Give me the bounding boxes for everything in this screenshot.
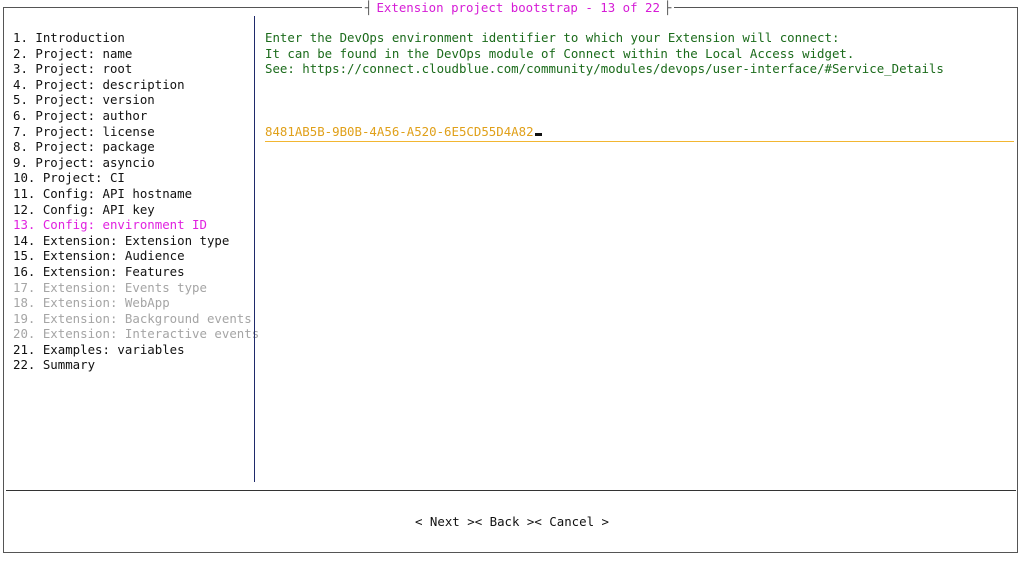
horizontal-divider	[6, 490, 1016, 491]
title-left-bracket: ┤	[365, 0, 373, 15]
step-list: 1. Introduction 2. Project: name 3. Proj…	[13, 30, 260, 373]
environment-id-value[interactable]: 8481AB5B-9B0B-4A56-A520-6E5CD55D4A82	[265, 124, 534, 139]
step-item-extension-webapp: 18. Extension: WebApp	[13, 295, 170, 311]
description-line: Enter the DevOps environment identifier …	[265, 30, 840, 45]
step-item-extension-background-events: 19. Extension: Background events	[13, 310, 252, 326]
button-row: < Next > < Back > < Cancel >	[0, 514, 1024, 529]
dialog-title: Extension project bootstrap - 13 of 22	[376, 0, 660, 15]
step-item-extension-events-type: 17. Extension: Events type	[13, 279, 207, 295]
step-item-project-ci[interactable]: 10. Project: CI	[13, 170, 251, 186]
back-button[interactable]: < Back >	[475, 514, 535, 529]
step-item-config-api-key[interactable]: 12. Config: API key	[13, 202, 251, 218]
step-item-project-asyncio[interactable]: 9. Project: asyncio	[13, 155, 251, 171]
step-item-project-description[interactable]: 4. Project: description	[13, 77, 251, 93]
vertical-divider	[254, 16, 255, 482]
environment-id-input[interactable]: 8481AB5B-9B0B-4A56-A520-6E5CD55D4A82	[265, 124, 1014, 142]
step-item-project-version[interactable]: 5. Project: version	[13, 92, 251, 108]
dialog-title-bar: ┤ Extension project bootstrap - 13 of 22…	[362, 0, 675, 15]
title-right-bracket: ├	[663, 0, 672, 15]
step-item-extension-audience[interactable]: 15. Extension: Audience	[13, 248, 251, 264]
description-line[interactable]: See: https://connect.cloudblue.com/commu…	[265, 61, 1014, 77]
cancel-button[interactable]: < Cancel >	[534, 514, 609, 529]
step-item-introduction[interactable]: 1. Introduction	[13, 30, 251, 46]
step-item-examples-variables[interactable]: 21. Examples: variables	[13, 342, 251, 358]
step-item-extension-features[interactable]: 16. Extension: Features	[13, 264, 251, 280]
step-item-extension-type[interactable]: 14. Extension: Extension type	[13, 233, 251, 249]
step-item-config-api-hostname[interactable]: 11. Config: API hostname	[13, 186, 251, 202]
next-button[interactable]: < Next >	[415, 514, 475, 529]
step-item-config-environment-id[interactable]: 13. Config: environment ID	[13, 217, 251, 233]
description-line: It can be found in the DevOps module of …	[265, 45, 855, 61]
step-item-extension-interactive-events: 20. Extension: Interactive events	[13, 326, 260, 342]
text-cursor	[534, 133, 542, 136]
step-item-summary[interactable]: 22. Summary	[13, 357, 251, 373]
step-item-project-license[interactable]: 7. Project: license	[13, 124, 251, 140]
step-item-project-author[interactable]: 6. Project: author	[13, 108, 251, 124]
step-item-project-root[interactable]: 3. Project: root	[13, 61, 251, 77]
step-item-project-package[interactable]: 8. Project: package	[13, 139, 251, 155]
step-description: Enter the DevOps environment identifier …	[265, 30, 1014, 77]
step-item-project-name[interactable]: 2. Project: name	[13, 46, 251, 62]
